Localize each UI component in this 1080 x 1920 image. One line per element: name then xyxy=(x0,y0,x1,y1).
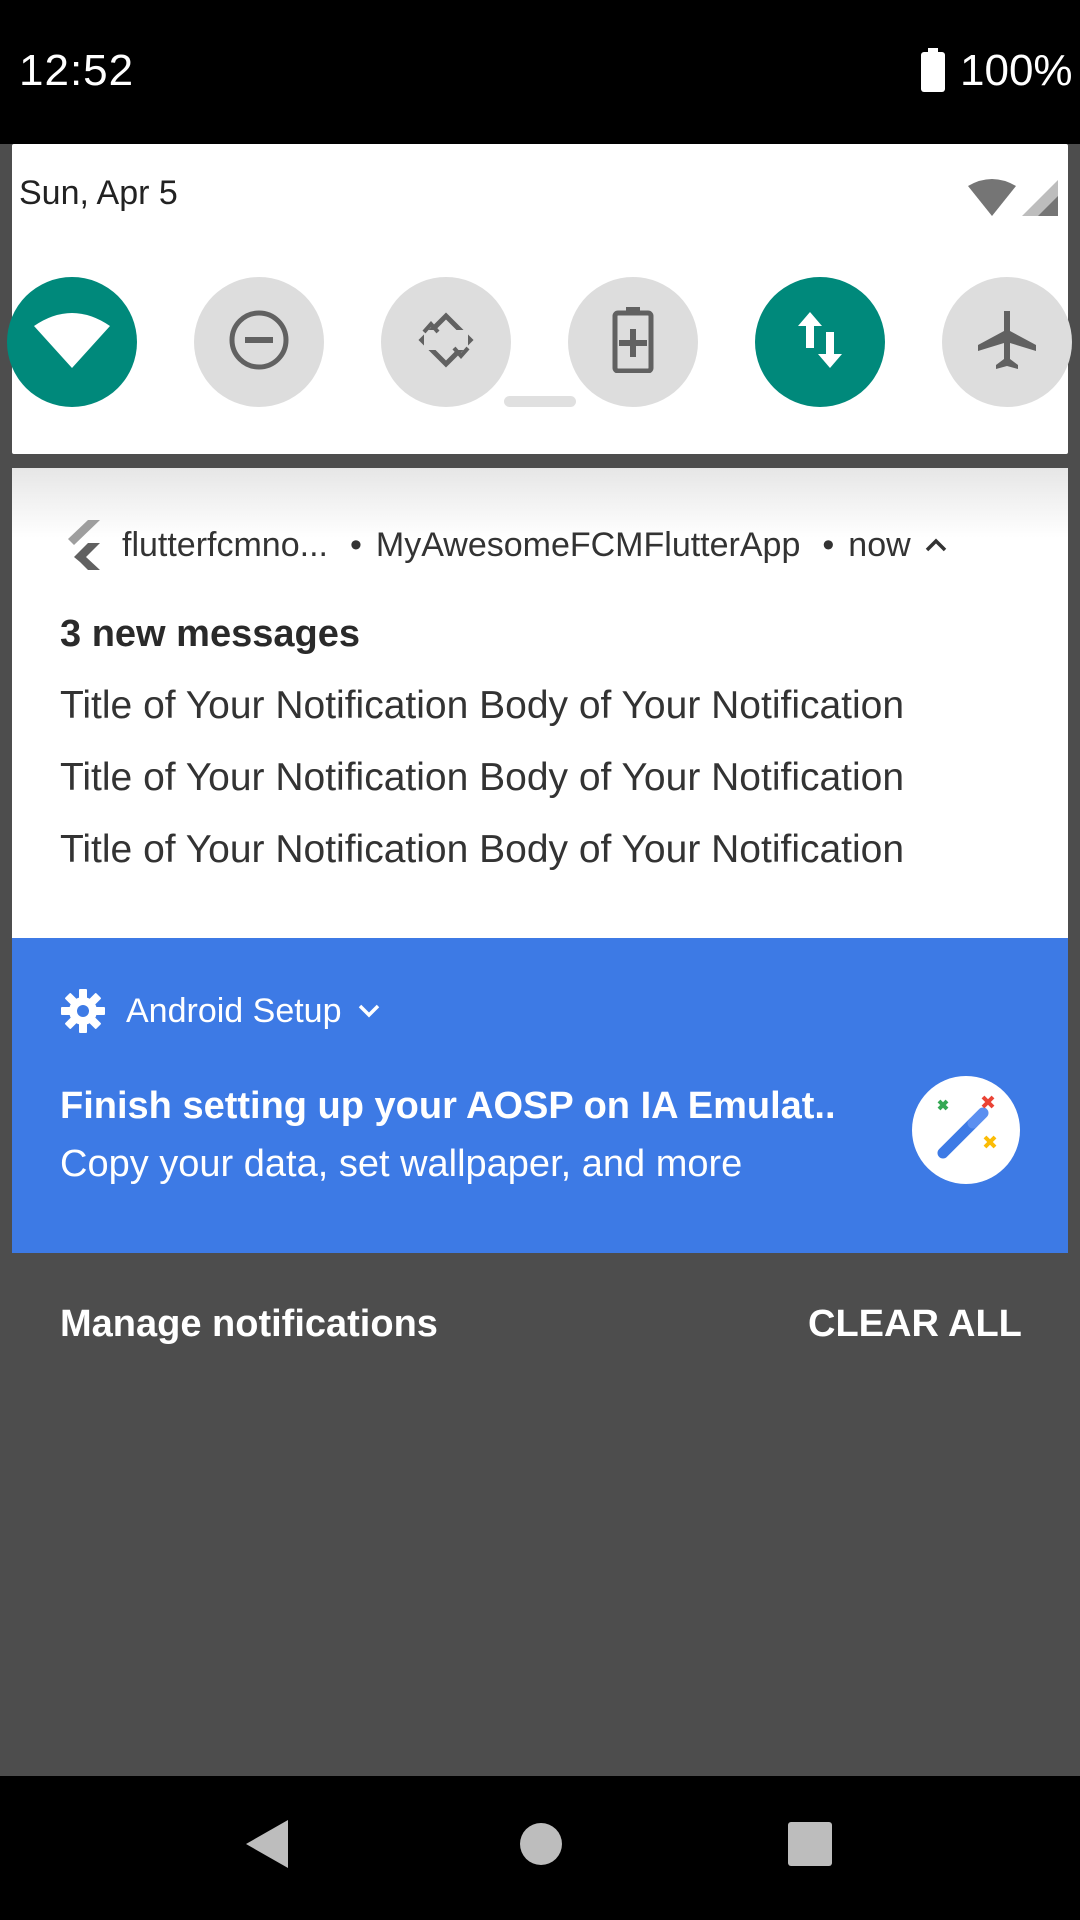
separator-dot: • xyxy=(349,525,362,564)
tile-auto-rotate[interactable] xyxy=(381,277,511,407)
notification-title: 3 new messages xyxy=(60,613,360,655)
notification-header[interactable]: flutterfcmno... • MyAwesomeFCMFlutterApp… xyxy=(64,520,947,570)
battery-percentage: 100% xyxy=(960,46,1073,95)
tile-mobile-data[interactable] xyxy=(755,277,885,407)
setup-app-name: Android Setup xyxy=(126,991,342,1030)
notification-channel: MyAwesomeFCMFlutterApp xyxy=(375,525,801,564)
setup-wand-badge xyxy=(912,1076,1020,1184)
clear-all-button[interactable]: CLEAR ALL xyxy=(808,1303,1022,1346)
notification-card[interactable]: flutterfcmno... • MyAwesomeFCMFlutterApp… xyxy=(12,468,1068,938)
recents-icon[interactable] xyxy=(787,1818,833,1870)
setup-title: Finish setting up your AOSP on IA Emulat… xyxy=(60,1085,836,1127)
auto-rotate-icon xyxy=(416,310,476,375)
tile-battery-saver[interactable] xyxy=(568,277,698,407)
mobile-data-icon xyxy=(796,311,844,373)
do-not-disturb-icon xyxy=(228,309,290,376)
manage-notifications-button[interactable]: Manage notifications xyxy=(60,1303,438,1346)
notification-app-name: flutterfcmno... xyxy=(122,525,328,564)
back-icon[interactable] xyxy=(244,1818,290,1870)
setup-notification-card[interactable]: Android Setup Finish setting up your AOS… xyxy=(12,938,1068,1253)
status-bar: 12:52 100% xyxy=(0,0,1080,144)
status-time: 12:52 xyxy=(19,46,135,95)
setup-notification-header[interactable]: Android Setup xyxy=(60,988,380,1034)
wifi-icon xyxy=(34,312,110,373)
flutter-icon xyxy=(64,520,104,570)
separator-dot: • xyxy=(822,525,835,564)
notification-line: Title of Your Notification Body of Your … xyxy=(60,828,905,871)
magic-wand-icon xyxy=(933,1095,999,1166)
chevron-up-icon[interactable] xyxy=(925,537,947,553)
notification-line: Title of Your Notification Body of Your … xyxy=(60,684,905,727)
wifi-status-icon xyxy=(968,178,1016,221)
quick-settings-panel: Sun, Apr 5 xyxy=(7,144,1072,454)
notification-line: Title of Your Notification Body of Your … xyxy=(60,756,905,799)
tile-airplane-mode[interactable] xyxy=(942,277,1072,407)
home-icon[interactable] xyxy=(519,1818,563,1870)
qs-date[interactable]: Sun, Apr 5 xyxy=(19,174,178,213)
gear-icon xyxy=(60,988,106,1034)
chevron-down-icon[interactable] xyxy=(358,1003,380,1019)
cell-signal-icon xyxy=(1022,180,1058,221)
tile-wifi[interactable] xyxy=(7,277,137,407)
tile-do-not-disturb[interactable] xyxy=(194,277,324,407)
airplane-mode-icon xyxy=(976,309,1038,376)
battery-saver-icon xyxy=(611,306,655,378)
battery-icon xyxy=(920,48,946,97)
qs-drag-handle[interactable] xyxy=(504,396,576,407)
navigation-bar xyxy=(0,1776,1080,1920)
setup-body: Copy your data, set wallpaper, and more xyxy=(60,1143,743,1185)
notification-time: now xyxy=(848,525,911,564)
